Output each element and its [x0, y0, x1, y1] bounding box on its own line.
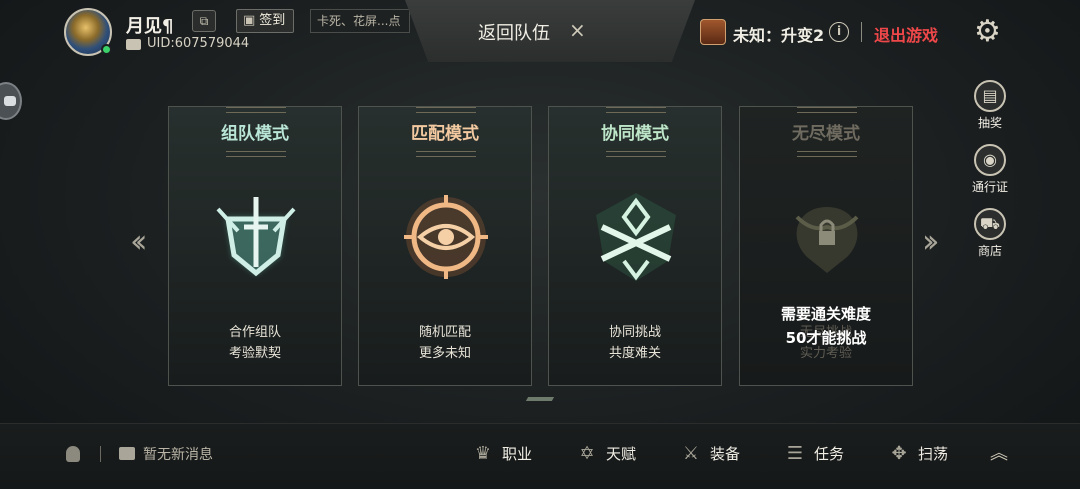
- ornament: [416, 151, 476, 157]
- mode-desc-line2: 考验默契: [228, 346, 281, 361]
- treasure-chest-icon: ▤: [974, 80, 1006, 112]
- next-arrow-icon[interactable]: ››: [922, 222, 939, 260]
- nav-label: 装备: [710, 445, 741, 463]
- mode-card-coop[interactable]: 协同模式 协同挑战 共度难关: [548, 106, 722, 386]
- uid-text: UID:607579044: [147, 36, 250, 51]
- ornament: [797, 151, 857, 157]
- mode-title: 无尽模式: [792, 124, 860, 144]
- crossed-blades-icon: [596, 193, 676, 281]
- rank-badge-icon: [700, 19, 726, 45]
- mode-card-match[interactable]: 匹配模式 随机匹配 更多未知: [358, 106, 532, 386]
- message-icon[interactable]: [119, 447, 135, 460]
- return-team-label[interactable]: 返回队伍: [478, 19, 550, 45]
- mode-desc-line1: 合作组队: [228, 325, 281, 340]
- page-indicator: [525, 397, 555, 401]
- mode-card-endless[interactable]: 无尽模式 无尽挑战 实力考验 需要通关难度 50才能挑战: [739, 106, 913, 386]
- ornament: [606, 151, 666, 157]
- gear-icon[interactable]: ⚙: [974, 17, 1001, 47]
- ornament: [416, 107, 476, 113]
- cart-icon: ⛟: [974, 208, 1006, 240]
- top-bar: 月见¶ ⧉ ▣ 签到 卡死、花屏...点 UID:607579044 返回队伍 ×…: [0, 0, 1080, 62]
- mode-desc-line1: 随机匹配: [418, 325, 471, 340]
- ornament: [797, 107, 857, 113]
- nav-label: 任务: [814, 445, 845, 463]
- sign-in-button[interactable]: ▣ 签到: [236, 9, 294, 33]
- nav-label: 扫荡: [918, 445, 949, 463]
- side-item-label: 抽奖: [977, 116, 1002, 130]
- message-status[interactable]: 暂无新消息: [143, 444, 213, 464]
- lock-requirement-message: 需要通关难度 50才能挑战: [740, 302, 912, 350]
- nav-quest[interactable]: ☰ 任务: [782, 440, 844, 468]
- id-card-icon: [126, 39, 141, 50]
- mode-desc-line2: 共度难关: [608, 346, 661, 361]
- mode-desc-line1: 协同挑战: [608, 325, 661, 340]
- side-item-lottery[interactable]: ▤ 抽奖: [968, 80, 1012, 131]
- nav-equipment[interactable]: ⚔ 装备: [678, 440, 740, 468]
- ornament: [606, 107, 666, 113]
- side-item-shop[interactable]: ⛟ 商店: [968, 208, 1012, 259]
- floating-chat-button[interactable]: [0, 82, 22, 120]
- info-icon[interactable]: i: [829, 22, 849, 42]
- nav-sweep[interactable]: ✥ 扫荡: [886, 440, 948, 468]
- divider: [861, 22, 862, 42]
- divider: [100, 446, 101, 462]
- nav-class[interactable]: ♛ 职业: [470, 440, 532, 468]
- nav-label: 天赋: [606, 445, 637, 463]
- chevron-up-icon[interactable]: ︽: [990, 440, 1008, 468]
- online-status-dot: [101, 44, 112, 55]
- copy-icon[interactable]: ⧉: [192, 10, 216, 32]
- mode-title: 匹配模式: [411, 124, 479, 144]
- crossed-swords-icon: ⚔: [682, 443, 700, 464]
- nav-label: 职业: [502, 445, 533, 463]
- return-team-panel[interactable]: [405, 0, 695, 62]
- scroll-icon: ☰: [786, 443, 804, 464]
- star-icon: ✡: [579, 443, 595, 464]
- close-icon[interactable]: ×: [569, 18, 586, 42]
- mode-title: 协同模式: [601, 124, 669, 144]
- bottom-bar: 暂无新消息 ♛ 职业 ✡ 天赋 ⚔ 装备 ☰ 任务 ✥ 扫荡 ︽: [0, 423, 1080, 489]
- side-item-pass[interactable]: ◉ 通行证: [968, 144, 1012, 195]
- calendar-check-icon: ▣: [243, 13, 256, 28]
- mode-title: 组队模式: [221, 124, 289, 144]
- ticket-icon: ◉: [974, 144, 1006, 176]
- rank-text: 未知：升变2: [733, 26, 825, 45]
- username: 月见¶: [126, 16, 174, 37]
- notice-ticker[interactable]: 卡死、花屏...点: [310, 9, 410, 33]
- lock-emblem-icon: [795, 207, 859, 273]
- lock-message-line1: 需要通关难度: [780, 305, 871, 323]
- demon-icon: ✥: [891, 443, 907, 464]
- exit-game-button[interactable]: 退出游戏: [874, 22, 938, 46]
- sign-in-label: 签到: [259, 13, 286, 28]
- shield-swords-icon: [216, 197, 296, 277]
- mode-card-team[interactable]: 组队模式 合作组队 考验默契: [168, 106, 342, 386]
- ornament: [226, 151, 286, 157]
- ornament: [226, 107, 286, 113]
- lock-message-line2: 50才能挑战: [785, 329, 867, 347]
- mode-desc-line2: 更多未知: [418, 346, 471, 361]
- nav-talent[interactable]: ✡ 天赋: [574, 440, 636, 468]
- side-item-label: 通行证: [971, 180, 1008, 194]
- side-item-label: 商店: [977, 244, 1002, 258]
- eye-emblem-icon: [404, 195, 488, 279]
- friends-icon[interactable]: [66, 446, 80, 462]
- helmet-icon: ♛: [474, 443, 492, 464]
- previous-arrow-icon[interactable]: ‹‹: [130, 222, 147, 260]
